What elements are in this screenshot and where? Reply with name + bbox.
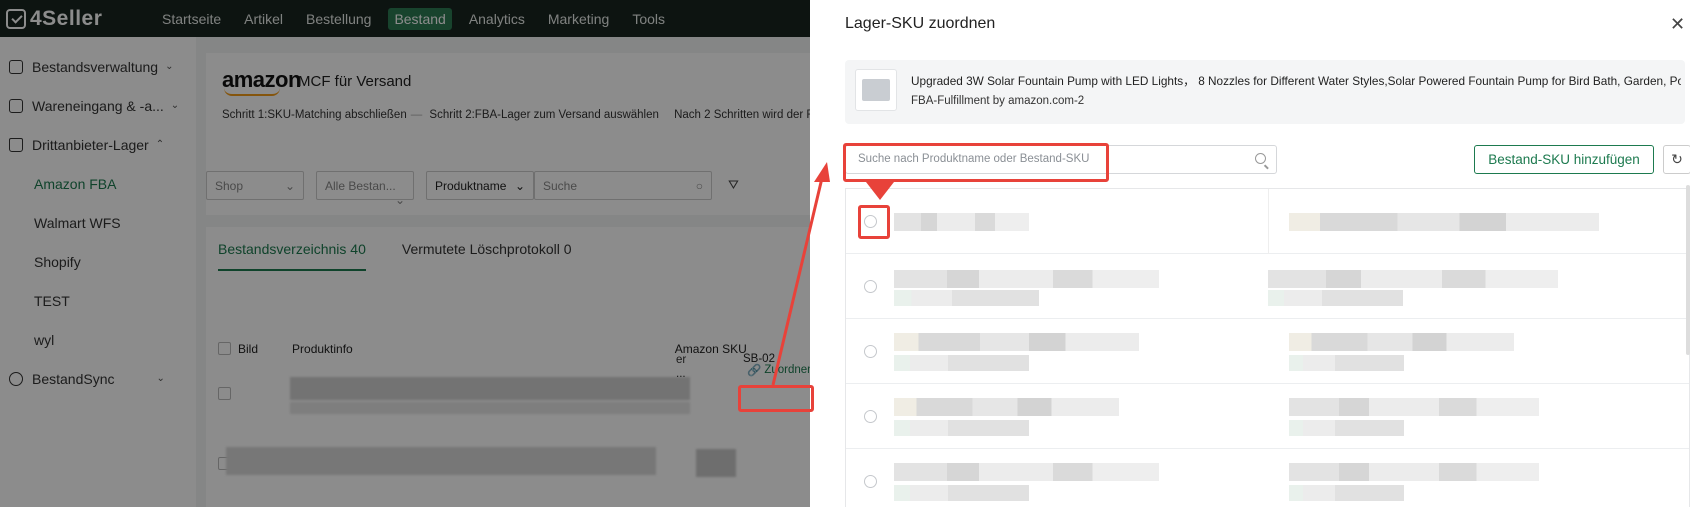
arrow-line [771,177,824,386]
annotation-arrows [771,162,894,386]
arrowhead [814,162,830,182]
callout-pointer [866,182,894,200]
